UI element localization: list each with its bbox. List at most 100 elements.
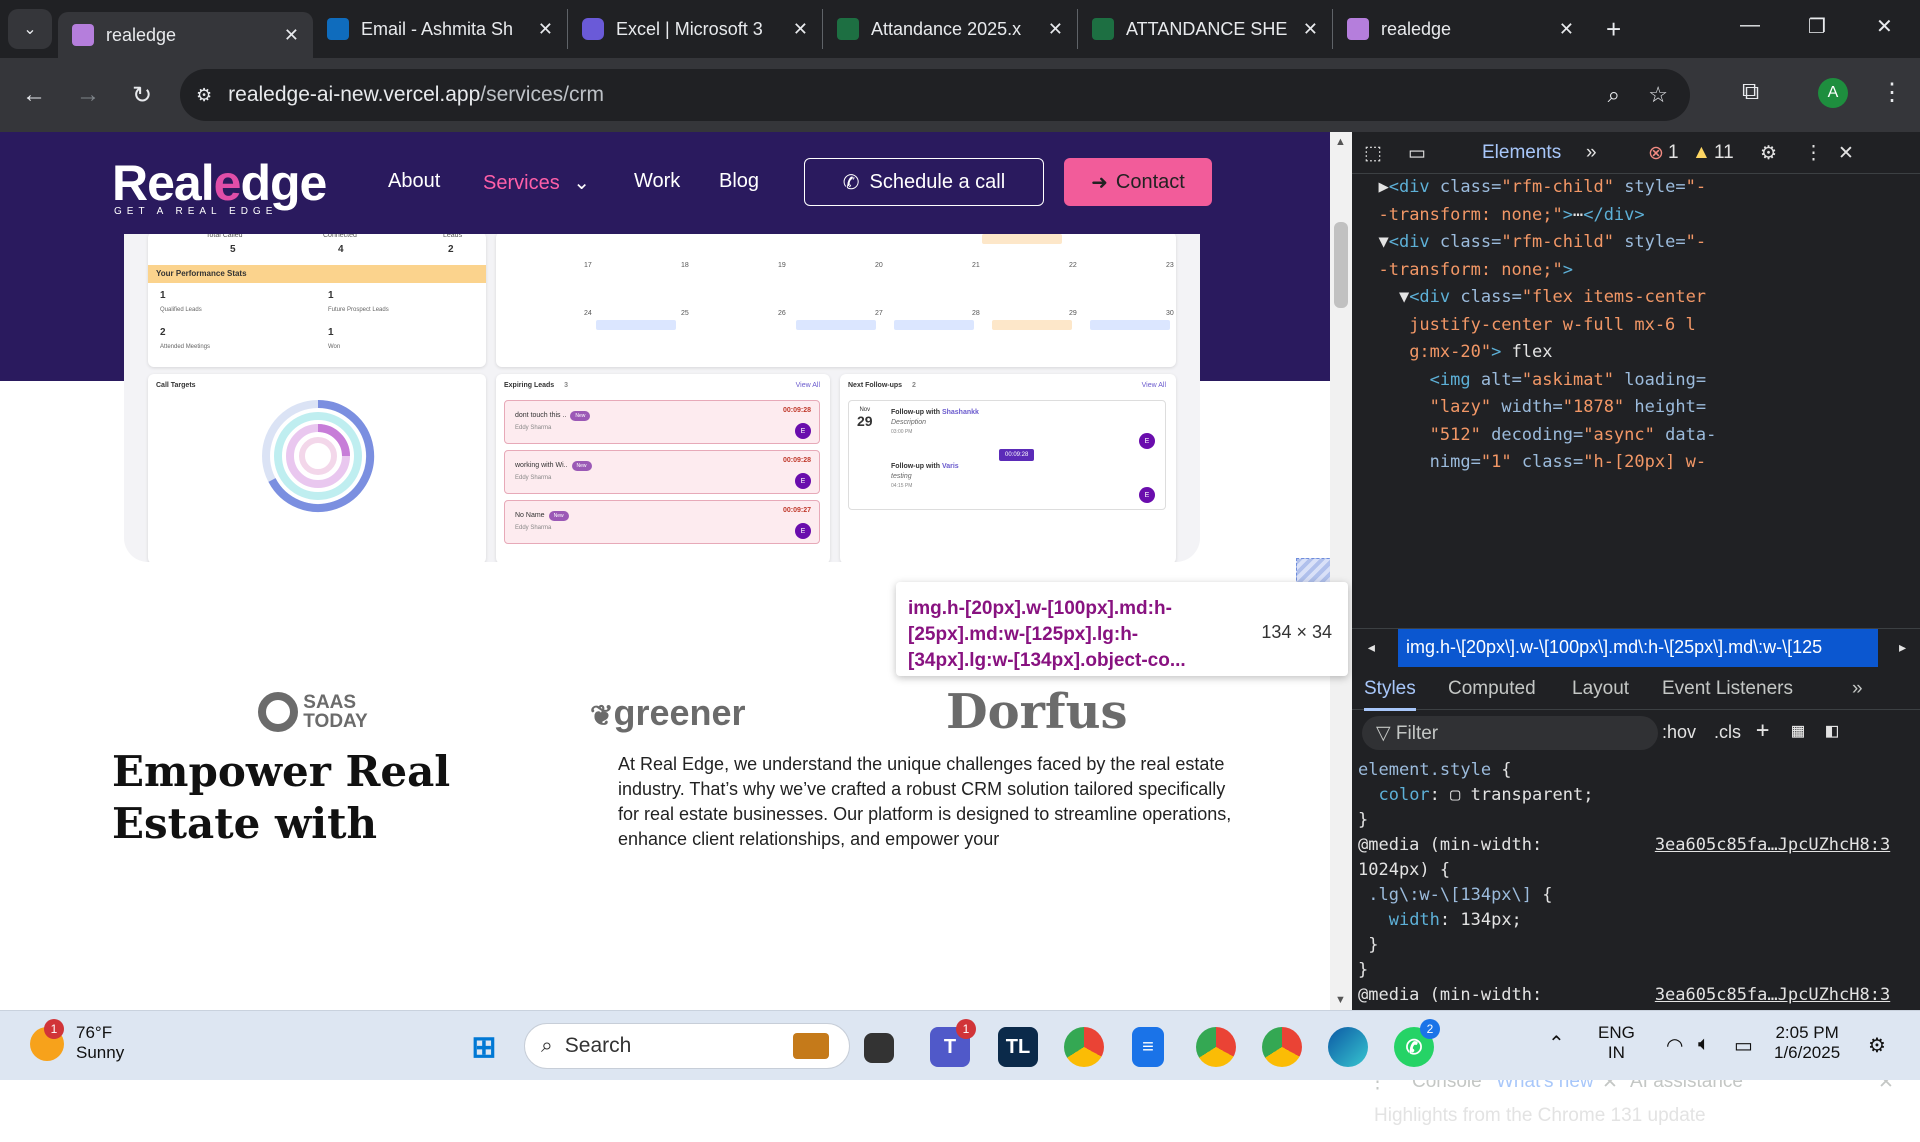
tl-app-icon[interactable]: TL — [998, 1027, 1038, 1067]
lead-timer: 00:09:28 — [782, 457, 811, 464]
close-window-icon[interactable]: ✕ — [1876, 14, 1893, 39]
source-link[interactable]: 3ea605c85fa…JpcUZhcH8:3 — [1655, 835, 1890, 855]
kebab-menu-icon[interactable]: ⋮ — [1804, 142, 1823, 165]
clock[interactable]: 2:05 PM 1/6/2025 — [1774, 1023, 1840, 1063]
dom-breadcrumb[interactable]: ◂ img.h-\[20px\].w-\[100px\].md\:h-\[25p… — [1352, 628, 1920, 667]
zoom-icon[interactable]: ⌕ — [1608, 82, 1620, 108]
nav-services[interactable]: Services ⌄ — [483, 170, 590, 195]
tab-computed[interactable]: Computed — [1448, 678, 1536, 700]
settings-gear-icon[interactable]: ⚙ — [1760, 142, 1777, 165]
select-element-icon[interactable]: ⬚ — [1364, 142, 1382, 165]
error-count[interactable]: 1 — [1668, 142, 1679, 164]
chrome-icon[interactable] — [1196, 1027, 1236, 1067]
close-devtools-icon[interactable]: ✕ — [1838, 142, 1854, 165]
menu-icon[interactable]: ⋮ — [1880, 78, 1904, 107]
followup-desc: Description — [891, 419, 927, 426]
tab-title: Email - Ashmita Sh — [361, 18, 514, 39]
more-subtabs-icon[interactable]: » — [1852, 678, 1863, 700]
nav-blog[interactable]: Blog — [719, 170, 759, 193]
error-icon[interactable]: ⊗ — [1648, 142, 1664, 165]
profile-avatar[interactable]: A — [1818, 78, 1848, 108]
tab-realedge-2[interactable]: realedge ✕ — [1333, 9, 1588, 49]
edge-icon[interactable] — [1328, 1027, 1368, 1067]
extensions-icon[interactable]: ⧉ — [1742, 78, 1759, 106]
volume-icon[interactable]: 🔈︎ — [1698, 1033, 1710, 1056]
close-tab-icon[interactable]: ✕ — [1048, 19, 1063, 40]
scroll-up-icon[interactable]: ▲ — [1335, 136, 1346, 148]
tab-attandance-sheet[interactable]: ATTANDANCE SHE ✕ — [1078, 9, 1333, 49]
start-windows-icon[interactable]: ⊞ — [464, 1027, 504, 1067]
address-bar[interactable]: ⚙ realedge-ai-new.vercel.app/services/cr… — [180, 69, 1690, 121]
breadcrumb-right-icon[interactable]: ▸ — [1897, 637, 1908, 658]
nav-about[interactable]: About — [388, 170, 440, 193]
site-logo[interactable]: Realedge — [112, 154, 327, 212]
new-tab-button[interactable]: + — [1606, 14, 1621, 45]
lead-item[interactable]: dont touch this .. New Eddy Sharma 00:09:28… — [504, 400, 820, 444]
breadcrumb-current[interactable]: img.h-\[20px\].w-\[100px\].md\:h-\[25px\… — [1398, 629, 1878, 667]
element-state-icon[interactable]: ▦ — [1792, 718, 1804, 742]
breadcrumb-left-icon[interactable]: ◂ — [1366, 637, 1377, 658]
dom-tree[interactable]: ▶<div class="rfm-child" style="- -transf… — [1352, 174, 1900, 594]
notifications-icon[interactable]: ⚙ — [1868, 1033, 1886, 1058]
site-info-icon[interactable]: ⚙ — [196, 85, 212, 106]
warning-icon[interactable]: ▲ — [1692, 142, 1711, 164]
wifi-icon[interactable]: ◠ — [1666, 1033, 1683, 1058]
teams-badge: 1 — [956, 1019, 976, 1039]
followup-item[interactable]: Follow-up with Varis testing 04:15 PM — [891, 463, 959, 489]
tab-email[interactable]: Email - Ashmita Sh ✕ — [313, 9, 568, 49]
reload-icon[interactable]: ↻ — [122, 81, 162, 110]
tab-realedge-active[interactable]: realedge ✕ — [58, 12, 313, 58]
tab-search-button[interactable]: ⌄ — [8, 9, 52, 49]
device-toolbar-icon[interactable]: ▭ — [1408, 142, 1426, 165]
cls-toggle[interactable]: .cls — [1714, 722, 1741, 743]
minimize-icon[interactable]: — — [1740, 14, 1760, 37]
taskbar-search[interactable]: ⌕ Search — [524, 1023, 850, 1069]
followup-item[interactable]: Follow-up with Shashankk Description 03:00… — [891, 409, 979, 435]
styles-filter-input[interactable]: ▽ Filter — [1362, 716, 1658, 750]
lead-item[interactable]: working with Wi.. New Eddy Sharma 00:09:28 E — [504, 450, 820, 494]
bookmark-star-icon[interactable]: ☆ — [1648, 82, 1668, 108]
language-indicator[interactable]: ENG IN — [1598, 1023, 1635, 1063]
tab-styles[interactable]: Styles — [1364, 678, 1416, 711]
more-tabs-icon[interactable]: » — [1586, 142, 1597, 164]
scrollbar-thumb[interactable] — [1334, 222, 1348, 308]
tab-elements[interactable]: Elements — [1482, 142, 1561, 164]
source-link[interactable]: 3ea605c85fa…JpcUZhcH8:3 — [1655, 985, 1890, 1005]
tab-attandance-2025[interactable]: Attandance 2025.x ✕ — [823, 9, 1078, 49]
chevron-up-icon[interactable]: ⌃ — [1548, 1031, 1565, 1056]
view-all-link[interactable]: View All — [796, 382, 820, 389]
tab-layout[interactable]: Layout — [1572, 678, 1629, 700]
calendar-day-number: 21 — [972, 262, 980, 269]
close-tab-icon[interactable]: ✕ — [1559, 19, 1574, 40]
calendar-day-number: 20 — [875, 262, 883, 269]
close-tab-icon[interactable]: ✕ — [538, 19, 553, 40]
hov-toggle[interactable]: :hov — [1662, 722, 1696, 743]
chrome-icon[interactable] — [1262, 1027, 1302, 1067]
file-explorer-icon[interactable] — [864, 1033, 894, 1063]
tab-event-listeners[interactable]: Event Listeners — [1662, 678, 1793, 700]
battery-icon[interactable]: ▭ — [1734, 1033, 1753, 1058]
contact-button[interactable]: ➜ Contact — [1064, 158, 1212, 206]
page-scrollbar[interactable]: ▲ ▼ — [1330, 132, 1352, 1010]
stat-value: 2 — [160, 327, 166, 338]
close-tab-icon[interactable]: ✕ — [1303, 19, 1318, 40]
new-style-rule-icon[interactable]: + — [1756, 718, 1769, 743]
computed-sidebar-icon[interactable]: ◧ — [1826, 718, 1838, 742]
schedule-call-button[interactable]: ✆ Schedule a call — [804, 158, 1044, 206]
close-tab-icon[interactable]: ✕ — [793, 19, 808, 40]
close-tab-icon[interactable]: ✕ — [284, 25, 299, 46]
lead-item[interactable]: No Name New Eddy Sharma 00:09:27 E — [504, 500, 820, 544]
back-icon[interactable]: ← — [14, 81, 54, 109]
scroll-down-icon[interactable]: ▼ — [1335, 994, 1346, 1006]
warning-count[interactable]: 11 — [1714, 142, 1734, 164]
tab-excel-online[interactable]: Excel | Microsoft 3 ✕ — [568, 9, 823, 49]
notepad-icon[interactable]: ≡ — [1132, 1027, 1164, 1067]
view-all-link[interactable]: View All — [1142, 382, 1166, 389]
forward-icon[interactable]: → — [68, 81, 108, 109]
weather-widget[interactable]: 76°F Sunny — [76, 1023, 124, 1063]
nav-work[interactable]: Work — [634, 170, 680, 193]
perf-title: Your Performance Stats — [156, 269, 247, 278]
restore-icon[interactable]: ❐ — [1808, 14, 1826, 39]
styles-rules[interactable]: element.style { color: ▢ transparent; } … — [1352, 758, 1900, 1048]
chrome-profile-icon[interactable] — [1064, 1027, 1104, 1067]
